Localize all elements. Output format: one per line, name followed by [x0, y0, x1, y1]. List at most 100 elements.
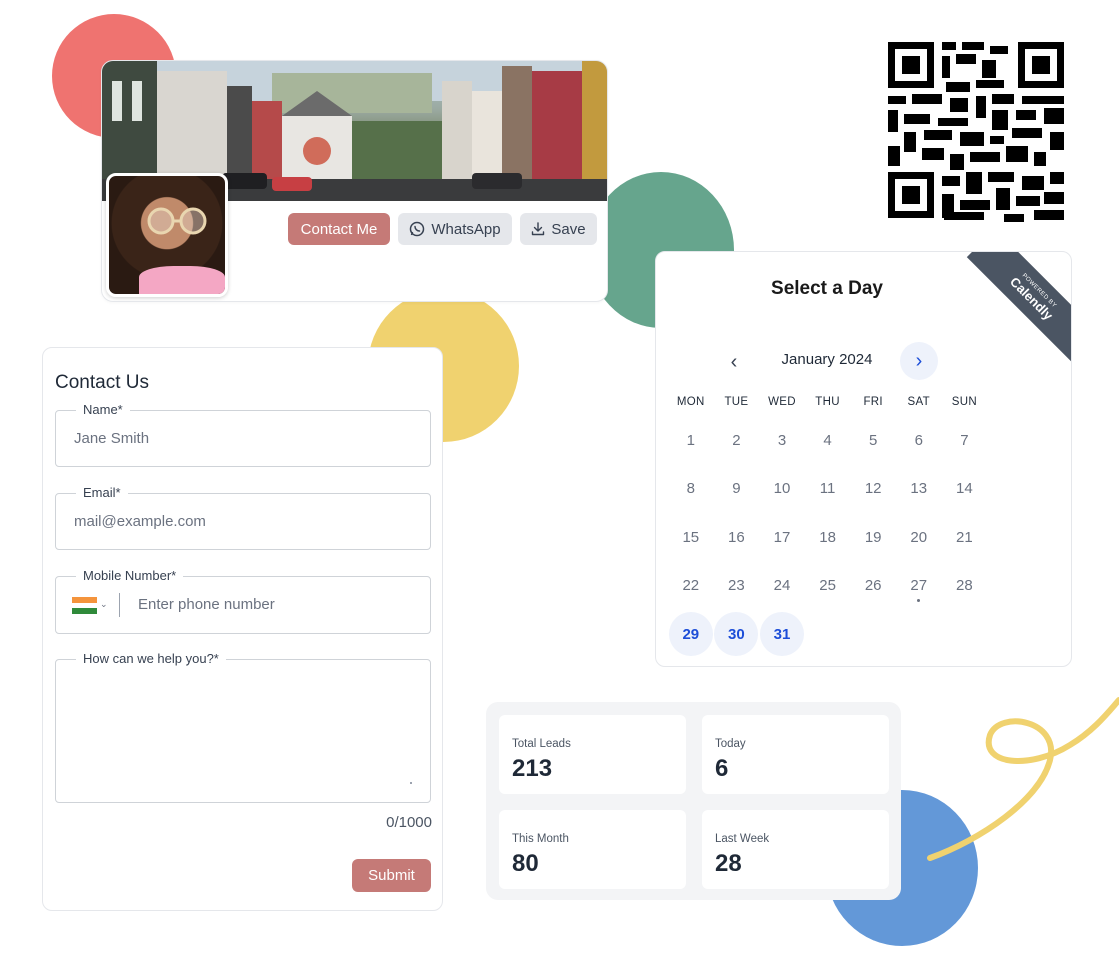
profile-card: Contact Me WhatsApp Save: [101, 60, 608, 302]
calendar-day: 12: [850, 465, 896, 514]
calendar-day-number: 3: [777, 431, 787, 449]
calendar-day: 4: [805, 416, 851, 465]
contact-me-button[interactable]: Contact Me: [288, 213, 390, 245]
calendar-day-number: 13: [910, 480, 928, 498]
calendar-day[interactable]: 31: [759, 610, 805, 659]
stat-card-today: Today 6: [702, 715, 889, 794]
save-label: Save: [551, 220, 586, 238]
calendar-day: 17: [759, 513, 805, 562]
calendar-day-number: 12: [864, 480, 882, 498]
calendar-day-number: 16: [728, 528, 745, 546]
calendar-day-number: 21: [956, 528, 973, 546]
submit-button[interactable]: Submit: [352, 859, 431, 892]
stat-value: 213: [512, 755, 553, 782]
stat-value: 28: [715, 850, 742, 877]
calendar-day[interactable]: 29: [668, 610, 714, 659]
calendar-week-row: 1 2 3 4 5 6 7: [668, 416, 987, 465]
calendar-day-number: 15: [682, 528, 700, 546]
weekday-label: WED: [768, 396, 796, 408]
calendar-day: 18: [805, 513, 851, 562]
weekday-label: FRI: [863, 396, 883, 408]
whatsapp-label: WhatsApp: [431, 220, 501, 238]
contact-form: Contact Us Name* Jane Smith Email* mail@…: [42, 347, 443, 911]
chevron-down-icon[interactable]: ⌄: [100, 599, 108, 610]
calendar-day: 24: [759, 562, 805, 611]
weekday-label: MON: [676, 396, 705, 408]
calendar-day[interactable]: 30: [714, 610, 760, 659]
calendar-day-number: 11: [819, 480, 836, 498]
calendar-day-number: 20: [910, 528, 928, 546]
whatsapp-button[interactable]: WhatsApp: [398, 213, 512, 245]
stat-card-total-leads: Total Leads 213: [499, 715, 686, 794]
resize-handle[interactable]: [410, 782, 412, 784]
leads-stats-panel: Total Leads 213 Today 6 This Month 80 La…: [486, 702, 901, 900]
weekday-label: THU: [815, 396, 840, 408]
calendar-day-number: 18: [819, 528, 836, 546]
calendar-day: 16: [714, 513, 760, 562]
calendar-day-number: 17: [773, 528, 791, 546]
calendar-day: 25: [805, 562, 851, 611]
calendar-day-number: 29: [668, 612, 713, 657]
email-placeholder: mail@example.com: [74, 513, 206, 530]
calendar-empty-cell: [805, 610, 851, 659]
calendar-day: 28: [942, 562, 988, 611]
stat-label: Total Leads: [512, 738, 571, 750]
calendar-day: 21: [942, 513, 988, 562]
message-textarea[interactable]: How can we help you?*: [55, 651, 431, 803]
calendar-widget: Select a Day POWERED BY Calendly ‹ Janua…: [655, 251, 1072, 667]
calendar-day-number: 27: [910, 577, 928, 595]
calendar-day: 1: [668, 416, 714, 465]
calendar-day-number: 26: [864, 577, 882, 595]
name-placeholder: Jane Smith: [74, 430, 150, 447]
country-flag-select[interactable]: [72, 597, 97, 614]
current-month: January 2024: [781, 351, 873, 368]
phone-input[interactable]: Enter phone number: [138, 596, 275, 613]
stat-value: 80: [512, 850, 539, 877]
calendar-week-row: 29 30 31: [668, 610, 987, 659]
calendar-day-number: 2: [732, 431, 741, 449]
mobile-label: Mobile Number*: [76, 568, 184, 583]
calendar-day-number: 9: [732, 480, 741, 498]
calendar-day: 2: [714, 416, 760, 465]
calendar-day-number: 14: [956, 480, 973, 498]
calendar-day-number: 7: [960, 431, 969, 449]
calendar-week-row: 15 16 17 18 19 20 21: [668, 513, 987, 562]
calendar-day-number: 24: [773, 577, 791, 595]
profile-avatar: [106, 173, 228, 297]
stat-label: This Month: [512, 833, 569, 845]
today-indicator: [917, 599, 921, 602]
calendar-day: 10: [759, 465, 805, 514]
name-field[interactable]: Name* Jane Smith: [55, 402, 431, 467]
next-month-button[interactable]: ›: [900, 342, 938, 380]
whatsapp-icon: [410, 221, 425, 237]
stat-card-last-week: Last Week 28: [702, 810, 889, 889]
weekday-header: MON TUE WED THU FRI SAT SUN: [668, 396, 987, 408]
save-button[interactable]: Save: [520, 213, 597, 245]
calendar-day: 15: [668, 513, 714, 562]
stat-label: Today: [715, 738, 746, 750]
calendar-day-number: 31: [759, 612, 804, 657]
calendar-day: 5: [850, 416, 896, 465]
weekday-label: SUN: [951, 396, 977, 408]
calendar-day-number: 28: [956, 577, 973, 595]
calendar-day: 3: [759, 416, 805, 465]
calendar-day: 8: [668, 465, 714, 514]
calendar-day-number: 8: [686, 480, 695, 498]
qr-code: [884, 36, 1068, 224]
calendar-day: 14: [942, 465, 988, 514]
chevron-right-icon: ›: [915, 349, 923, 372]
divider: [119, 593, 120, 617]
email-field[interactable]: Email* mail@example.com: [55, 485, 431, 550]
calendar-day: 23: [714, 562, 760, 611]
download-icon: [532, 222, 545, 236]
character-counter: 0/1000: [386, 814, 432, 831]
calendar-grid: MON TUE WED THU FRI SAT SUN 1 2 3 4 5 6 7 8 9 10 1…: [668, 396, 987, 659]
calendar-week-row: 8 9 10 11 12 13 14: [668, 465, 987, 514]
calendar-day-number: 25: [819, 577, 836, 595]
calendar-day-number: 30: [714, 612, 759, 657]
email-label: Email*: [76, 485, 128, 500]
calendar-day-number: 22: [682, 577, 700, 595]
calendar-day-number: 10: [773, 480, 791, 498]
stat-value: 6: [715, 755, 729, 782]
calendar-empty-cell: [896, 610, 942, 659]
